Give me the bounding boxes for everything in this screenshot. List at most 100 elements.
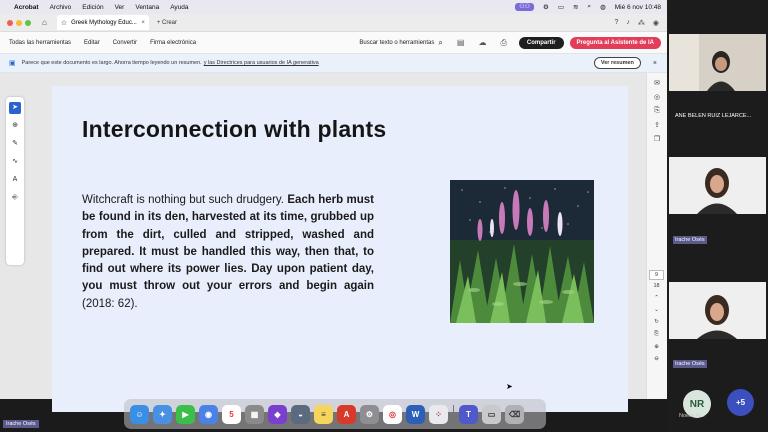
wifi-icon[interactable]: ≋	[573, 3, 578, 11]
teams-icon[interactable]: T	[459, 404, 478, 424]
help-icon[interactable]: ?	[614, 19, 618, 27]
zoom-app-icon[interactable]: ◉	[199, 404, 218, 424]
tool-search[interactable]: Buscar texto o herramientas ⌕	[359, 38, 443, 48]
close-banner-icon[interactable]: ×	[653, 60, 657, 67]
search-icon[interactable]: ⌕	[587, 3, 591, 11]
slide-quote: Witchcraft is nothing but such drudgery.…	[82, 192, 374, 313]
finder-icon[interactable]: ☺	[130, 404, 149, 424]
cloud-upload-icon[interactable]: ☁	[478, 38, 486, 47]
more-participants-button[interactable]: +5	[727, 389, 754, 416]
bell-icon[interactable]: ♪	[626, 19, 630, 27]
new-tab-button[interactable]: + Crear	[157, 20, 177, 26]
save-icon[interactable]: ⎘	[649, 331, 664, 338]
menu-edicion[interactable]: Edición	[82, 4, 103, 11]
close-tab-icon[interactable]: ×	[141, 20, 145, 26]
main-toolbar: Todas las herramientas Editar Convertir …	[0, 32, 667, 54]
preview-icon[interactable]: ▭	[482, 404, 501, 424]
trash-icon[interactable]: ⌫	[505, 404, 524, 424]
tool-search-label: Buscar texto o herramientas	[359, 39, 435, 46]
page-navigator: 9 18 ⌃ ⌄ ↻ ⎘ ⊕ ⊖	[649, 270, 664, 368]
page-layout-icon[interactable]: ▤	[457, 38, 465, 47]
new-tab-label: Crear	[162, 19, 178, 26]
copy-icon[interactable]: ❐	[647, 135, 667, 143]
safari-icon[interactable]: ✦	[153, 404, 172, 424]
participant-tile-1[interactable]	[669, 34, 766, 91]
acrobat-icon[interactable]: A	[337, 404, 356, 424]
toolbar-esign[interactable]: Firma electrónica	[150, 40, 196, 46]
pen-tool-icon[interactable]: ✎	[9, 138, 21, 150]
export-icon[interactable]: ⇪	[647, 121, 667, 129]
participant-tile-2[interactable]	[669, 157, 766, 214]
toolbar-all-tools[interactable]: Todas las herramientas	[9, 40, 71, 46]
total-pages: 18	[653, 283, 660, 289]
launchpad-icon[interactable]: ⁘	[429, 404, 448, 424]
menu-ayuda[interactable]: Ayuda	[170, 4, 188, 11]
close-window-button[interactable]	[7, 19, 13, 26]
page-up-icon[interactable]: ⌃	[649, 295, 664, 301]
battery-icon[interactable]: ▭	[558, 3, 564, 11]
calculator-icon[interactable]: ▦	[245, 404, 264, 424]
quote-lead: Witchcraft is nothing but such drudgery.	[82, 194, 284, 206]
zoom-in-icon[interactable]: ⊕	[649, 344, 664, 350]
participant-tile-3[interactable]	[669, 282, 766, 339]
control-center-icon[interactable]: ⚙	[543, 3, 549, 11]
menu-ver[interactable]: Ver	[115, 4, 125, 11]
calendar-icon[interactable]: 5	[222, 404, 241, 424]
current-page-field[interactable]: 9	[649, 270, 664, 280]
notes-icon[interactable]: ≡	[314, 404, 333, 424]
draw-tool-icon[interactable]: ∿	[9, 156, 21, 168]
participant-name-2: Irache Osés	[673, 236, 707, 244]
menu-archivo[interactable]: Archivo	[50, 4, 72, 11]
home-icon[interactable]: ⌂	[42, 18, 47, 27]
facetime-icon[interactable]: ▶	[176, 404, 195, 424]
participant-video-2	[669, 157, 766, 214]
screen-share-icon[interactable]: ⚇⚇	[515, 3, 534, 11]
minimize-window-button[interactable]	[16, 19, 22, 26]
profile-icon[interactable]: ◉	[653, 19, 659, 27]
share-button[interactable]: Compartir	[518, 36, 564, 49]
attach-icon[interactable]: ⎘	[647, 107, 667, 115]
apps-icon[interactable]: ⁂	[638, 19, 645, 27]
page-down-icon[interactable]: ⌄	[649, 307, 664, 313]
self-view-name: Irache Osés	[3, 420, 39, 428]
avatar-name: Noelia R...	[679, 413, 705, 419]
select-tool-icon[interactable]: ➤	[9, 102, 21, 114]
lupin-painting	[450, 180, 594, 323]
menu-app-name[interactable]: Acrobat	[14, 4, 39, 11]
document-workspace: ➤ ⊕ ✎ ∿ A ⎆ Interconnection with plants …	[0, 73, 667, 412]
quote-bold: Each herb must be found in its den, harv…	[82, 194, 374, 293]
menu-bar: Acrobat Archivo Edición Ver Ventana Ayud…	[0, 0, 667, 14]
bookmark-icon[interactable]: ◎	[647, 93, 667, 101]
banner-link[interactable]: y las Directrices para usuarios de IA ge…	[204, 60, 319, 66]
toolbar-convert[interactable]: Convertir	[113, 40, 137, 46]
banner-text: Parece que este documento es largo. Ahor…	[21, 60, 202, 66]
mouse-cursor-icon: ➤	[506, 382, 513, 391]
zoom-window-button[interactable]	[25, 19, 31, 26]
settings-icon[interactable]: ⚙	[360, 404, 379, 424]
stamp-tool-icon[interactable]: ⎆	[9, 192, 21, 204]
toolbar-edit[interactable]: Editar	[84, 40, 100, 46]
participants-panel: ANE BELEN RUIZ LEJARCE... Irache Osés Ir…	[667, 0, 768, 432]
disk-icon[interactable]: ◒	[291, 404, 310, 424]
tab-document[interactable]: ☆ Greek Mythology Educ... ×	[56, 15, 149, 30]
rotate-icon[interactable]: ↻	[649, 319, 664, 325]
shortcuts-icon[interactable]: ◆	[268, 404, 287, 424]
star-icon[interactable]: ☆	[61, 19, 67, 27]
print-icon[interactable]: ⎙	[500, 38, 506, 48]
menubar-clock[interactable]: Mié 6 nov 10:48	[615, 4, 661, 11]
quote-citation: (2018: 62).	[82, 297, 138, 310]
menu-ventana[interactable]: Ventana	[135, 4, 159, 11]
ai-summary-icon: ▣	[9, 60, 16, 67]
slide-title: Interconnection with plants	[82, 116, 387, 142]
siri-icon[interactable]: ◍	[600, 3, 606, 11]
text-tool-icon[interactable]: A	[9, 174, 21, 186]
zoom-tool-icon[interactable]: ⊕	[9, 120, 21, 132]
menubar-status-area: ⚇⚇ ⚙ ▭ ≋ ⌕ ◍ Mié 6 nov 10:48	[506, 3, 667, 11]
chrome-icon[interactable]: ◎	[383, 404, 402, 424]
view-summary-button[interactable]: Ver resumen	[593, 57, 641, 69]
zoom-out-icon[interactable]: ⊖	[649, 356, 664, 362]
comment-icon[interactable]: ✉	[647, 79, 667, 87]
dock: ☺ ✦ ▶ ◉ 5 ▦ ◆ ◒ ≡ A ⚙ ◎ W ⁘ T ▭ ⌫	[124, 399, 546, 429]
ai-assistant-button[interactable]: Pregunta al Asistente de IA	[569, 36, 661, 49]
word-icon[interactable]: W	[406, 404, 425, 424]
